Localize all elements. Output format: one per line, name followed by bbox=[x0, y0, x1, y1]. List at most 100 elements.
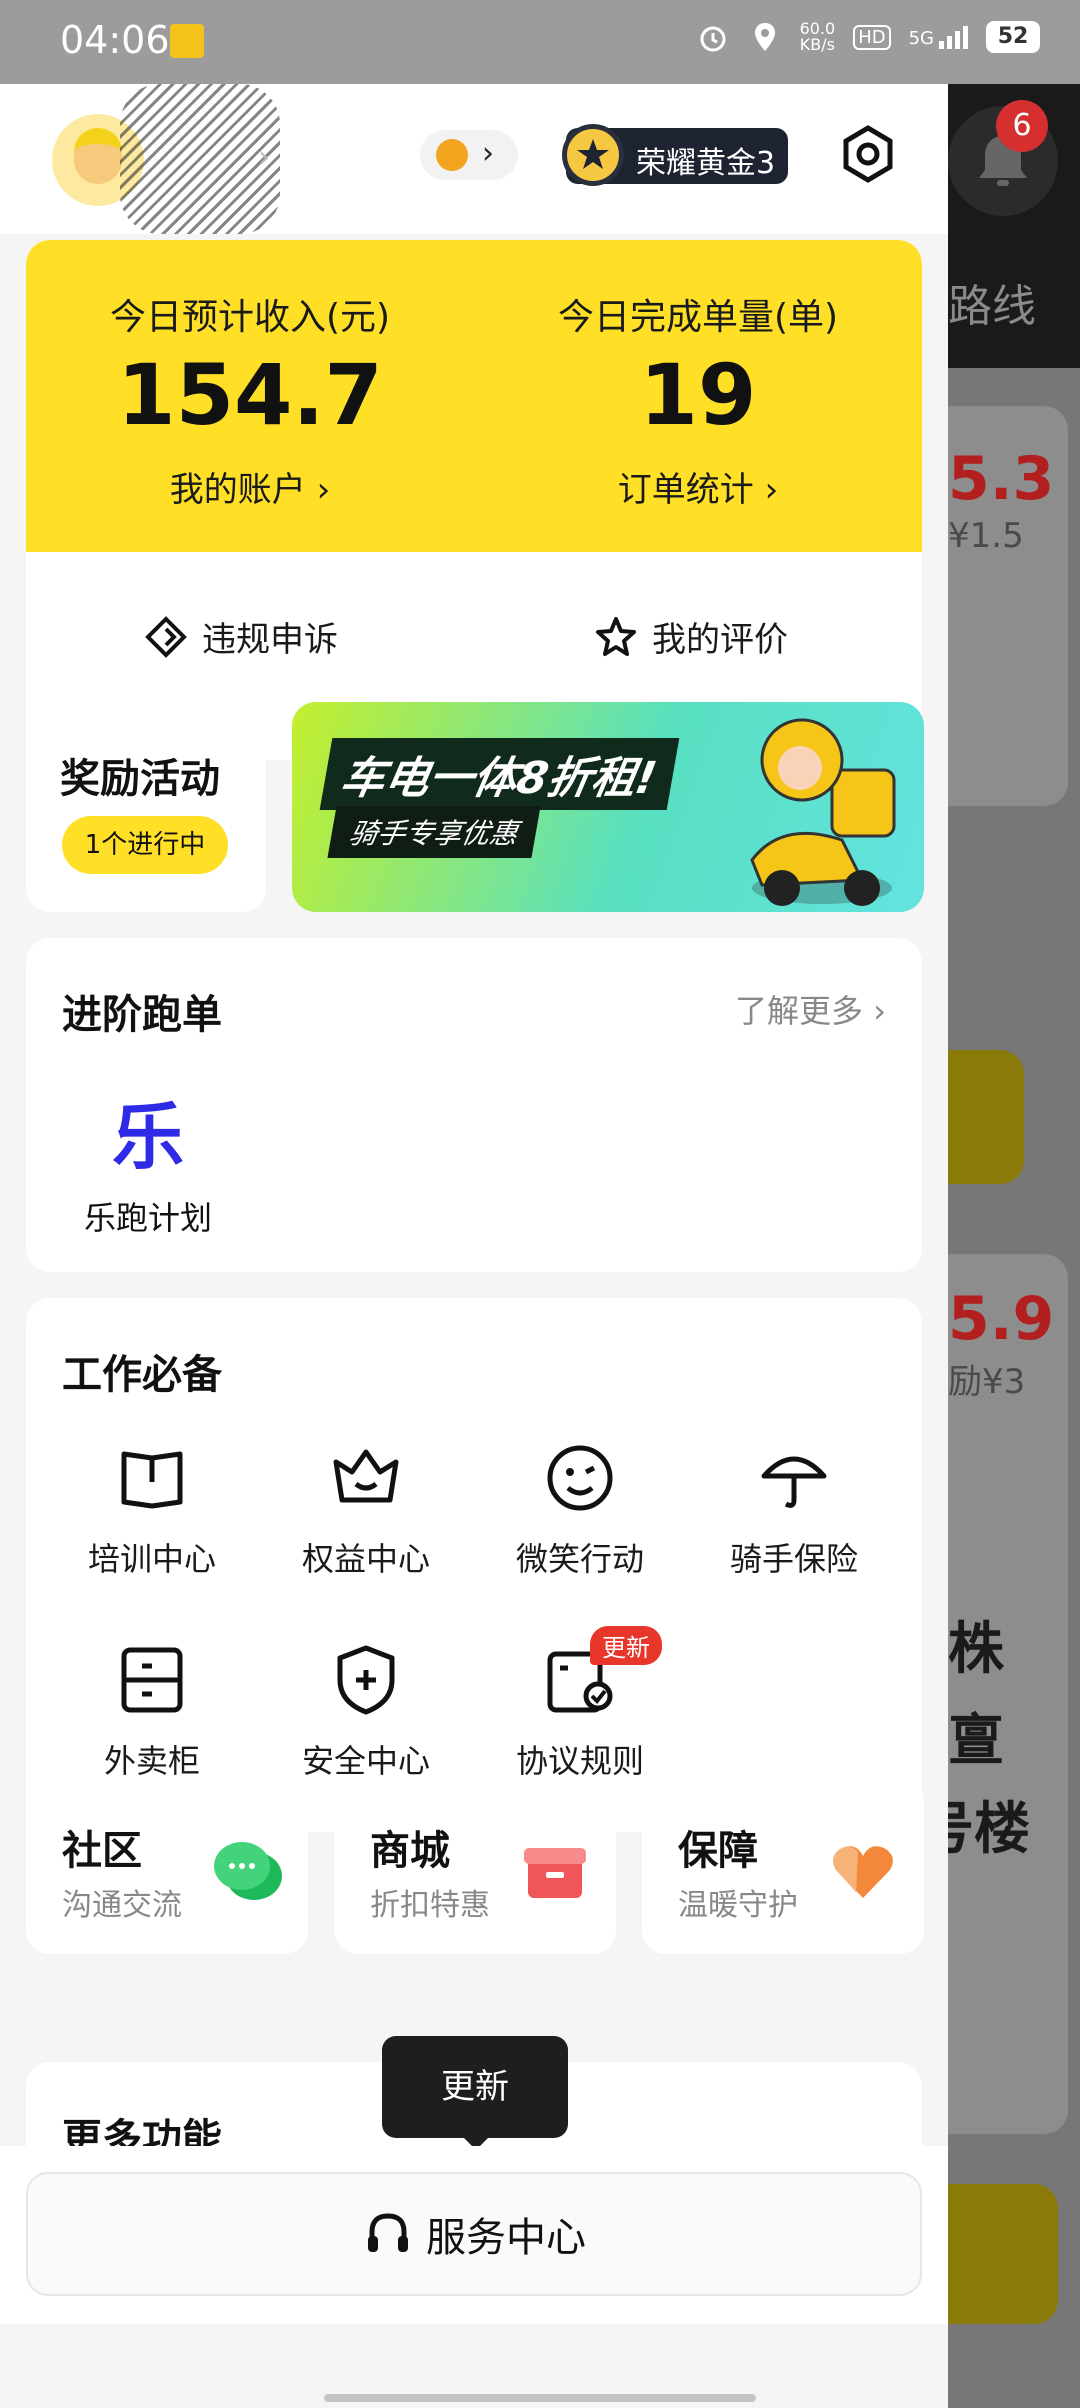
appeal-label: 违规申诉 bbox=[202, 620, 338, 660]
appeal-button[interactable]: 违规申诉 bbox=[144, 612, 338, 661]
delivery-locker-item[interactable]: 外卖柜 bbox=[52, 1640, 252, 1782]
my-account-link[interactable]: 我的账户 › bbox=[26, 462, 474, 511]
background-route-text: 路线 bbox=[948, 281, 1036, 332]
settings-gear-icon[interactable] bbox=[838, 124, 898, 184]
advanced-card: 进阶跑单 了解更多 › 乐 乐跑计划 bbox=[26, 938, 922, 1272]
banner-subline: 骑手专享优惠 bbox=[327, 806, 541, 858]
my-review-label: 我的评价 bbox=[652, 620, 788, 660]
agreement-rules-label: 协议规则 bbox=[515, 1742, 644, 1780]
background-header: 6 路线 bbox=[948, 84, 1080, 368]
background-sub-1: ¥1.5 bbox=[948, 516, 1024, 556]
star-icon bbox=[596, 616, 636, 656]
rider-insurance-item[interactable]: 骑手保险 bbox=[694, 1438, 894, 1580]
mall-card[interactable]: 商城 折扣特惠 bbox=[334, 1778, 616, 1954]
home-indicator[interactable] bbox=[324, 2394, 756, 2402]
chat-icon bbox=[214, 1842, 282, 1900]
protection-title: 保障 bbox=[678, 1828, 758, 1874]
work-title: 工作必备 bbox=[62, 1352, 222, 1398]
gift-icon bbox=[524, 1848, 586, 1898]
my-review-button[interactable]: 我的评价 bbox=[594, 612, 788, 661]
appeal-icon bbox=[145, 615, 187, 658]
umbrella-icon bbox=[761, 1456, 827, 1508]
protection-subtitle: 温暖守护 bbox=[678, 1888, 798, 1923]
redacted-username bbox=[120, 84, 280, 234]
signal-label: 5G bbox=[908, 27, 934, 49]
shield-icon bbox=[337, 1645, 395, 1715]
rewards-title: 奖励活动 bbox=[60, 756, 220, 802]
status-time: 04:06 bbox=[60, 18, 170, 62]
lepao-plan-item[interactable]: 乐 乐跑计划 bbox=[48, 1078, 248, 1239]
status-icons: 60.0 KB/s HD 5G 52 bbox=[696, 20, 1040, 54]
income-title: 今日预计收入(元) bbox=[109, 297, 391, 338]
learn-more-link[interactable]: 了解更多 › bbox=[735, 986, 886, 1032]
safety-center-label: 安全中心 bbox=[301, 1742, 430, 1780]
background-amount-1: 5.3 bbox=[948, 444, 1055, 514]
battery-icon: 52 bbox=[986, 21, 1040, 53]
coin-button[interactable]: › bbox=[420, 130, 518, 180]
income-value: 154.7 bbox=[117, 346, 383, 444]
background-amount-2: 5.9 bbox=[948, 1284, 1055, 1354]
delivery-locker-label: 外卖柜 bbox=[103, 1742, 200, 1780]
training-center-item[interactable]: 培训中心 bbox=[52, 1438, 252, 1580]
chevron-right-icon: › bbox=[482, 136, 494, 171]
signal-icon: 5G bbox=[908, 25, 968, 49]
orders-value: 19 bbox=[639, 346, 757, 444]
heart-icon bbox=[833, 1846, 893, 1898]
drawer-header: › › 荣耀黄金3 bbox=[0, 84, 948, 234]
rider-insurance-label: 骑手保险 bbox=[729, 1540, 858, 1578]
benefits-center-label: 权益中心 bbox=[301, 1540, 430, 1578]
agreement-rules-item[interactable]: 更新 协议规则 bbox=[480, 1626, 680, 1782]
income-column: 今日预计收入(元) 154.7 我的账户 › bbox=[26, 240, 474, 552]
benefits-center-item[interactable]: 权益中心 bbox=[266, 1438, 466, 1580]
locker-icon bbox=[121, 1647, 183, 1713]
smile-action-label: 微笑行动 bbox=[515, 1540, 644, 1578]
headset-icon bbox=[368, 2213, 408, 2252]
hd-indicator: HD bbox=[853, 24, 891, 50]
rank-badge[interactable]: 荣耀黄金3 bbox=[562, 124, 788, 186]
status-bar: 04:06 60.0 KB/s HD 5G 52 bbox=[0, 0, 1080, 84]
update-badge: 更新 bbox=[590, 1626, 662, 1665]
background-yellow-button bbox=[948, 1050, 1024, 1184]
community-title: 社区 bbox=[62, 1828, 142, 1874]
promo-banner[interactable]: 车电一体8折租! 骑手专享优惠 bbox=[292, 702, 924, 912]
service-center-label: 服务中心 bbox=[426, 2215, 586, 2261]
training-center-label: 培训中心 bbox=[87, 1540, 216, 1578]
advanced-title: 进阶跑单 bbox=[62, 992, 222, 1038]
rewards-card[interactable]: 奖励活动 1个进行中 bbox=[26, 702, 266, 912]
star-medal-icon bbox=[562, 124, 624, 186]
work-essentials-card: 工作必备 培训中心 权益中心 微笑行动 骑手保险 外卖柜 安全中心 更新 协议规… bbox=[26, 1298, 922, 1832]
avatar-face bbox=[74, 128, 122, 184]
update-tooltip: 更新 bbox=[382, 2036, 568, 2150]
mall-title: 商城 bbox=[370, 1828, 450, 1874]
protection-card[interactable]: 保障 温暖守护 bbox=[642, 1778, 924, 1954]
smile-action-item[interactable]: 微笑行动 bbox=[480, 1438, 680, 1580]
alarm-icon bbox=[700, 26, 726, 52]
lepao-icon: 乐 bbox=[111, 1095, 184, 1179]
community-card[interactable]: 社区 沟通交流 bbox=[26, 1778, 308, 1954]
earnings-summary: 今日预计收入(元) 154.7 我的账户 › 今日完成单量(单) 19 订单统计… bbox=[26, 240, 922, 552]
background-text-2: 亶 bbox=[948, 1709, 1004, 1774]
orders-title: 今日完成单量(单) bbox=[557, 297, 839, 338]
book-icon bbox=[121, 1451, 183, 1509]
rider-mascot-icon bbox=[750, 718, 896, 906]
net-speed-unit: KB/s bbox=[799, 35, 835, 54]
rewards-ongoing-badge: 1个进行中 bbox=[62, 816, 228, 874]
notification-count-badge: 6 bbox=[996, 100, 1048, 152]
coin-icon bbox=[436, 139, 468, 171]
profile-chevron-icon[interactable]: › bbox=[258, 140, 270, 175]
background-text-3: 号楼 bbox=[948, 1797, 1030, 1862]
background-app: 6 路线 5.3 ¥1.5 5.9 励¥3 株 亶 号楼 bbox=[948, 84, 1080, 2408]
rank-label: 荣耀黄金3 bbox=[636, 146, 776, 181]
notification-app-icon bbox=[170, 24, 204, 58]
bottom-bar: 服务中心 bbox=[0, 2146, 948, 2324]
order-stats-link[interactable]: 订单统计 › bbox=[474, 462, 922, 511]
crown-icon bbox=[333, 1449, 399, 1503]
background-yellow-button-2 bbox=[948, 2184, 1058, 2324]
background-sub-2: 励¥3 bbox=[948, 1362, 1026, 1402]
safety-center-item[interactable]: 安全中心 bbox=[266, 1640, 466, 1782]
earnings-card: 今日预计收入(元) 154.7 我的账户 › 今日完成单量(单) 19 订单统计… bbox=[26, 240, 922, 760]
mall-subtitle: 折扣特惠 bbox=[370, 1888, 490, 1923]
service-center-button[interactable]: 服务中心 bbox=[26, 2172, 922, 2296]
lepao-label: 乐跑计划 bbox=[83, 1199, 212, 1237]
background-text-1: 株 bbox=[948, 1617, 1004, 1682]
